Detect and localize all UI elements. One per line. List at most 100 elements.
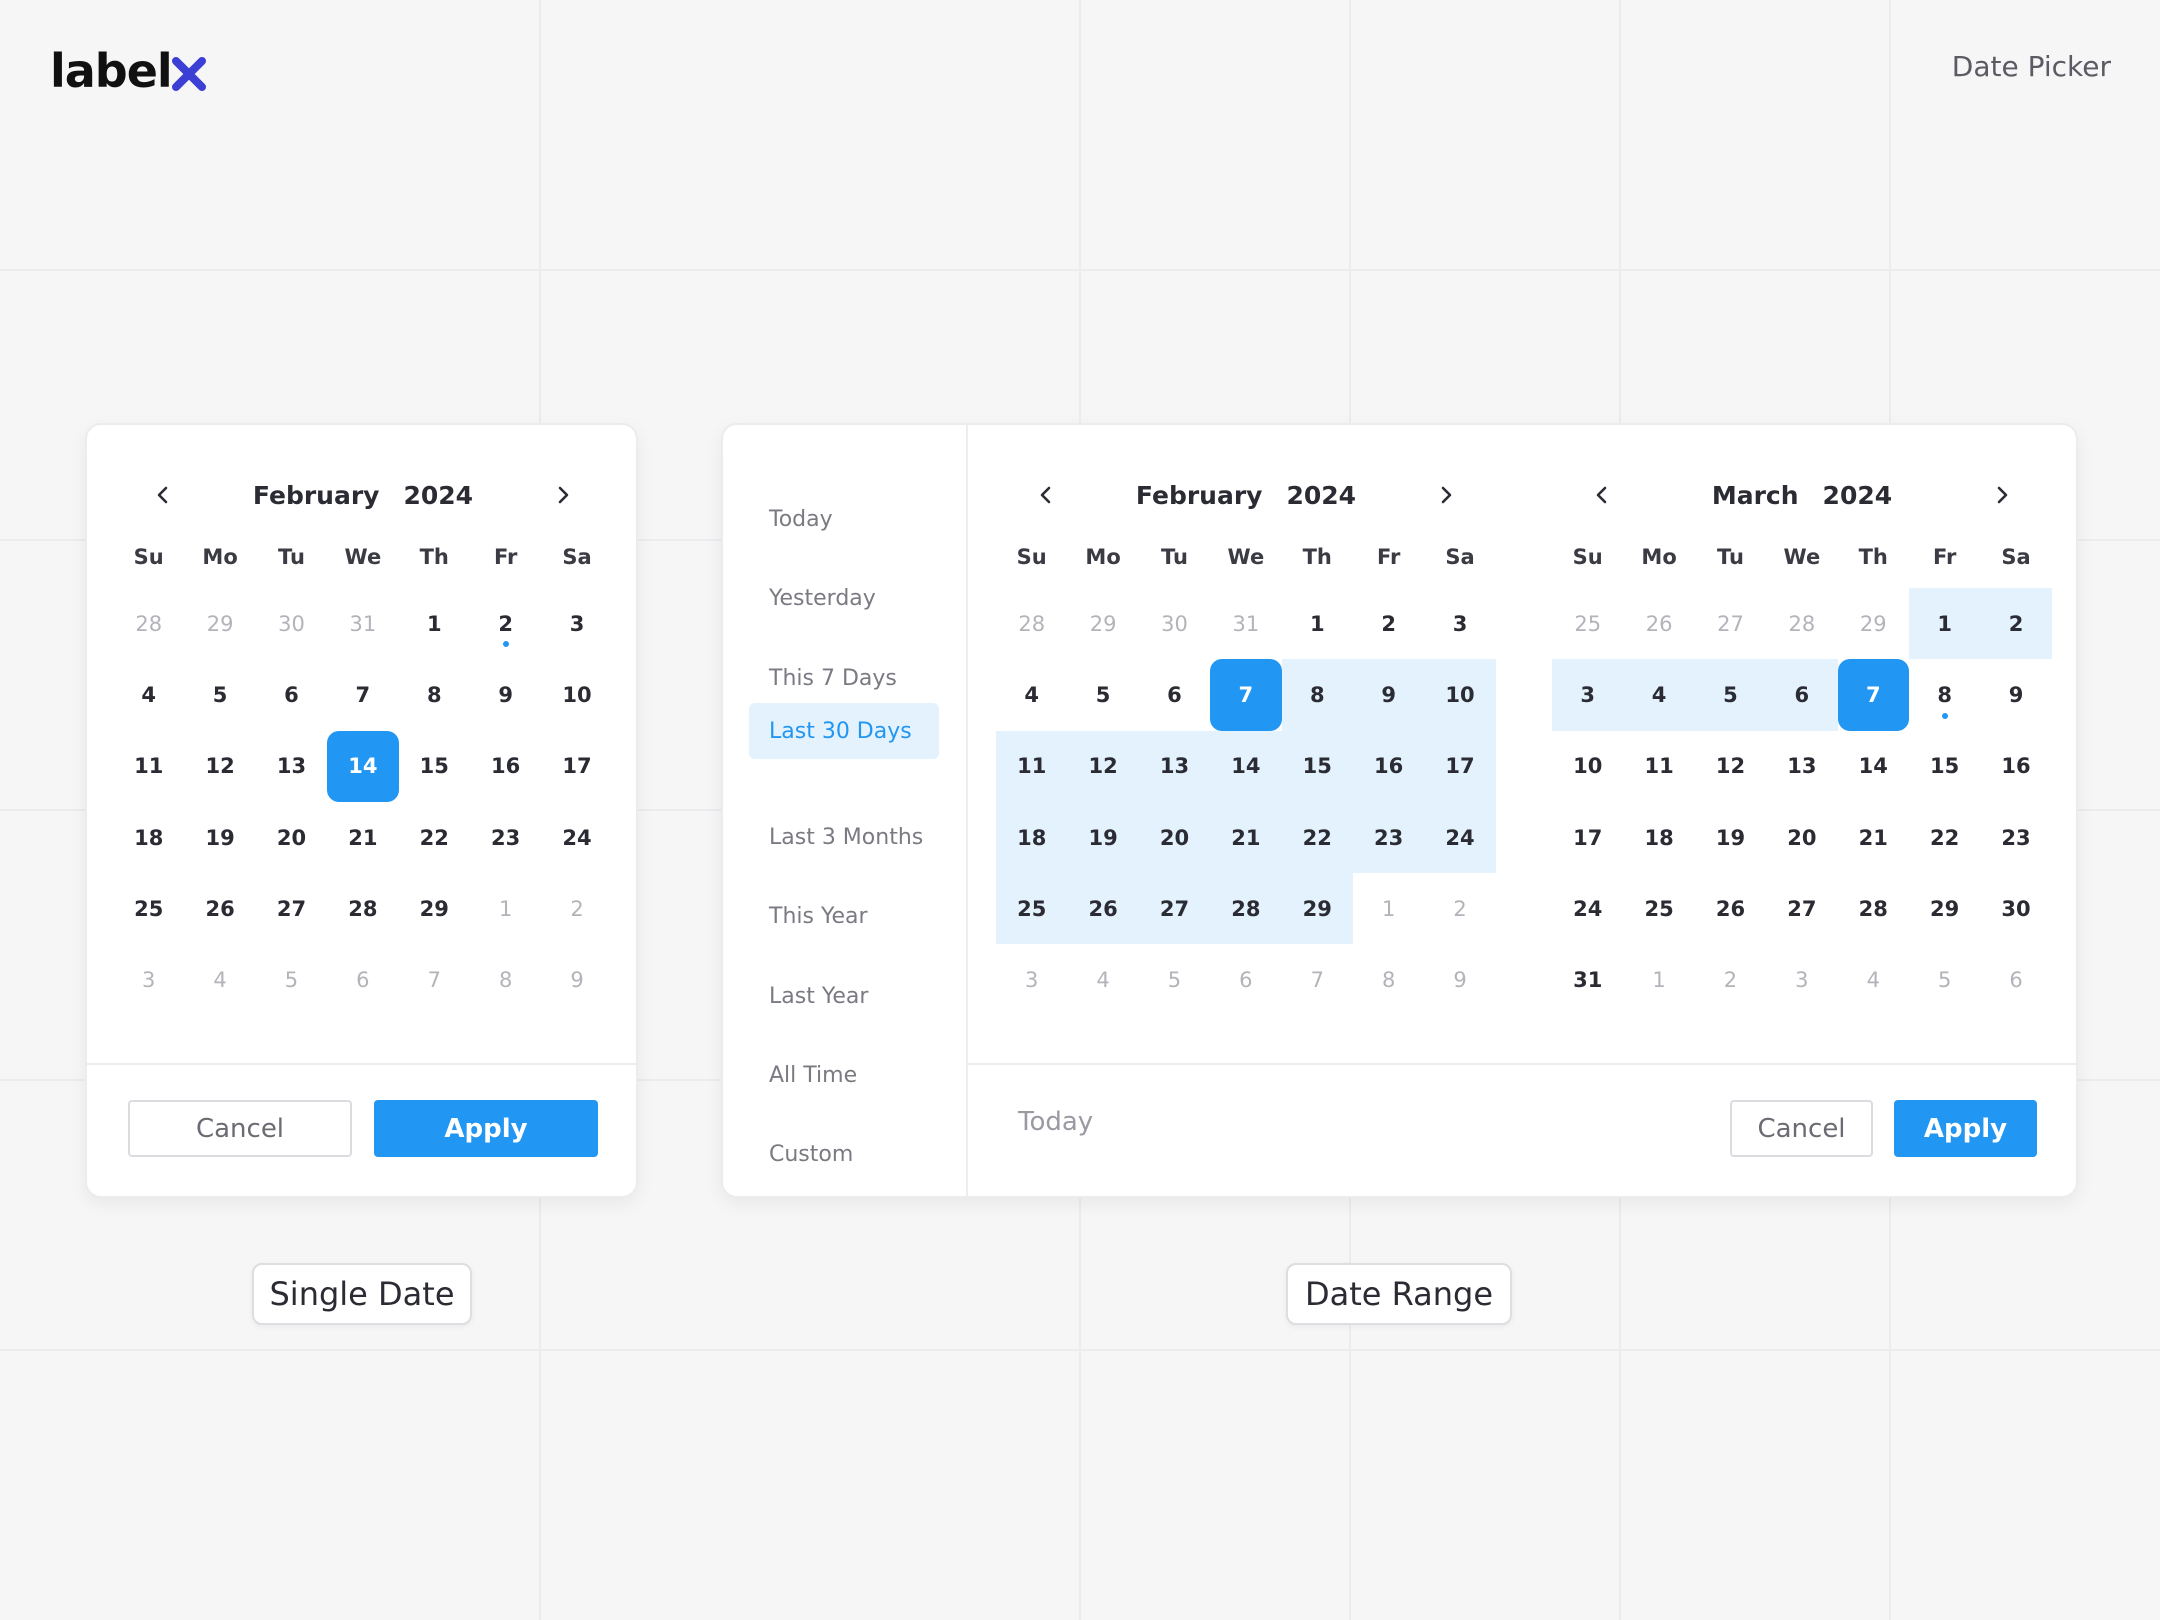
day-cell[interactable]: 6 bbox=[1210, 944, 1281, 1015]
today-day-cell[interactable]: 2 bbox=[470, 588, 541, 659]
day-cell[interactable]: 31 bbox=[1552, 944, 1623, 1015]
day-cell[interactable]: 2 bbox=[1695, 944, 1766, 1015]
day-cell[interactable]: 7 bbox=[327, 659, 398, 730]
day-cell[interactable]: 10 bbox=[1424, 659, 1496, 731]
day-cell[interactable]: 1 bbox=[1623, 944, 1694, 1015]
day-cell[interactable]: 8 bbox=[1353, 944, 1424, 1015]
day-cell[interactable]: 20 bbox=[1766, 802, 1837, 873]
year-label[interactable]: 2024 bbox=[1823, 481, 1893, 510]
day-cell[interactable]: 11 bbox=[113, 731, 184, 802]
day-cell[interactable]: 8 bbox=[470, 944, 541, 1015]
day-cell[interactable]: 23 bbox=[1980, 802, 2051, 873]
day-cell[interactable]: 3 bbox=[1424, 588, 1495, 659]
day-cell[interactable]: 26 bbox=[1695, 873, 1766, 944]
next-month-button[interactable] bbox=[1972, 465, 2032, 525]
selected-day-cell[interactable]: 14 bbox=[327, 730, 399, 802]
day-cell[interactable]: 28 bbox=[113, 588, 184, 659]
day-cell[interactable]: 14 bbox=[1838, 731, 1909, 802]
day-cell[interactable]: 12 bbox=[1695, 731, 1766, 802]
day-cell[interactable]: 2 bbox=[541, 873, 612, 944]
day-cell[interactable]: 4 bbox=[1067, 944, 1138, 1015]
day-cell[interactable]: 2 bbox=[1353, 588, 1424, 659]
day-cell[interactable]: 16 bbox=[1352, 730, 1425, 802]
preset-item[interactable]: Last Year bbox=[749, 968, 939, 1024]
day-cell[interactable]: 7 bbox=[1282, 944, 1353, 1015]
preset-item[interactable]: Yesterday bbox=[749, 570, 939, 626]
day-cell[interactable]: 20 bbox=[256, 802, 327, 873]
selected-day-cell[interactable]: 7 bbox=[1837, 659, 1909, 731]
day-cell[interactable]: 25 bbox=[113, 873, 184, 944]
day-cell[interactable]: 16 bbox=[470, 731, 541, 802]
day-cell[interactable]: 3 bbox=[996, 944, 1067, 1015]
day-cell[interactable]: 5 bbox=[1067, 659, 1138, 730]
day-cell[interactable]: 26 bbox=[1067, 873, 1139, 945]
day-cell[interactable]: 4 bbox=[184, 944, 255, 1015]
day-cell[interactable]: 8 bbox=[399, 659, 470, 730]
day-cell[interactable]: 15 bbox=[1909, 731, 1980, 802]
day-cell[interactable]: 5 bbox=[256, 944, 327, 1015]
day-cell[interactable]: 3 bbox=[541, 588, 612, 659]
day-cell[interactable]: 17 bbox=[1552, 802, 1623, 873]
day-cell[interactable]: 29 bbox=[399, 873, 470, 944]
next-month-button[interactable] bbox=[533, 465, 593, 525]
day-cell[interactable]: 6 bbox=[327, 944, 398, 1015]
day-cell[interactable]: 24 bbox=[541, 802, 612, 873]
day-cell[interactable]: 4 bbox=[1838, 944, 1909, 1015]
apply-button[interactable]: Apply bbox=[1894, 1100, 2037, 1157]
day-cell[interactable]: 27 bbox=[1766, 873, 1837, 944]
day-cell[interactable]: 26 bbox=[1623, 588, 1694, 659]
day-cell[interactable]: 3 bbox=[1552, 659, 1624, 731]
day-cell[interactable]: 10 bbox=[1552, 731, 1623, 802]
day-cell[interactable]: 28 bbox=[1210, 873, 1282, 945]
preset-item[interactable]: Today bbox=[749, 491, 939, 547]
day-cell[interactable]: 9 bbox=[1352, 659, 1425, 731]
day-cell[interactable]: 1 bbox=[1908, 588, 1981, 660]
day-cell[interactable]: 28 bbox=[1838, 873, 1909, 944]
day-cell[interactable]: 19 bbox=[1067, 801, 1139, 874]
day-cell[interactable]: 17 bbox=[541, 731, 612, 802]
day-cell[interactable]: 23 bbox=[470, 802, 541, 873]
day-cell[interactable]: 3 bbox=[1766, 944, 1837, 1015]
day-cell[interactable]: 21 bbox=[327, 802, 398, 873]
day-cell[interactable]: 4 bbox=[1623, 659, 1695, 731]
day-cell[interactable]: 29 bbox=[1838, 588, 1909, 659]
day-cell[interactable]: 13 bbox=[256, 731, 327, 802]
day-cell[interactable]: 6 bbox=[1766, 659, 1838, 731]
month-label[interactable]: February bbox=[1136, 481, 1263, 510]
day-cell[interactable]: 13 bbox=[1766, 731, 1837, 802]
cancel-button[interactable]: Cancel bbox=[1730, 1100, 1873, 1157]
day-cell[interactable]: 31 bbox=[1210, 588, 1281, 659]
preset-item[interactable]: Last 30 Days bbox=[749, 703, 939, 759]
day-cell[interactable]: 26 bbox=[184, 873, 255, 944]
day-cell[interactable]: 3 bbox=[113, 944, 184, 1015]
day-cell[interactable]: 5 bbox=[184, 659, 255, 730]
selected-day-cell[interactable]: 7 bbox=[1210, 659, 1282, 731]
day-cell[interactable]: 11 bbox=[996, 730, 1068, 802]
day-cell[interactable]: 6 bbox=[256, 659, 327, 730]
preset-item[interactable]: This 7 Days bbox=[749, 650, 939, 706]
day-cell[interactable]: 5 bbox=[1694, 659, 1767, 731]
day-cell[interactable]: 30 bbox=[1980, 873, 2051, 944]
day-cell[interactable]: 19 bbox=[1695, 802, 1766, 873]
day-cell[interactable]: 25 bbox=[1623, 873, 1694, 944]
day-cell[interactable]: 8 bbox=[1281, 659, 1353, 731]
cancel-button[interactable]: Cancel bbox=[128, 1100, 352, 1157]
day-cell[interactable]: 20 bbox=[1138, 801, 1211, 874]
apply-button[interactable]: Apply bbox=[374, 1100, 598, 1157]
day-cell[interactable]: 25 bbox=[1552, 588, 1623, 659]
preset-item[interactable]: All Time bbox=[749, 1047, 939, 1103]
month-label[interactable]: February bbox=[253, 481, 380, 510]
day-cell[interactable]: 30 bbox=[1139, 588, 1210, 659]
preset-item[interactable]: Last 3 Months bbox=[749, 809, 939, 865]
day-cell[interactable]: 16 bbox=[1980, 731, 2051, 802]
month-label[interactable]: March bbox=[1712, 481, 1799, 510]
day-cell[interactable]: 18 bbox=[113, 802, 184, 873]
day-cell[interactable]: 1 bbox=[399, 588, 470, 659]
day-cell[interactable]: 10 bbox=[541, 659, 612, 730]
day-cell[interactable]: 9 bbox=[1424, 944, 1495, 1015]
day-cell[interactable]: 15 bbox=[1281, 730, 1353, 802]
day-cell[interactable]: 29 bbox=[1909, 873, 1980, 944]
day-cell[interactable]: 28 bbox=[996, 588, 1067, 659]
next-month-button[interactable] bbox=[1416, 465, 1476, 525]
day-cell[interactable]: 1 bbox=[1282, 588, 1353, 659]
